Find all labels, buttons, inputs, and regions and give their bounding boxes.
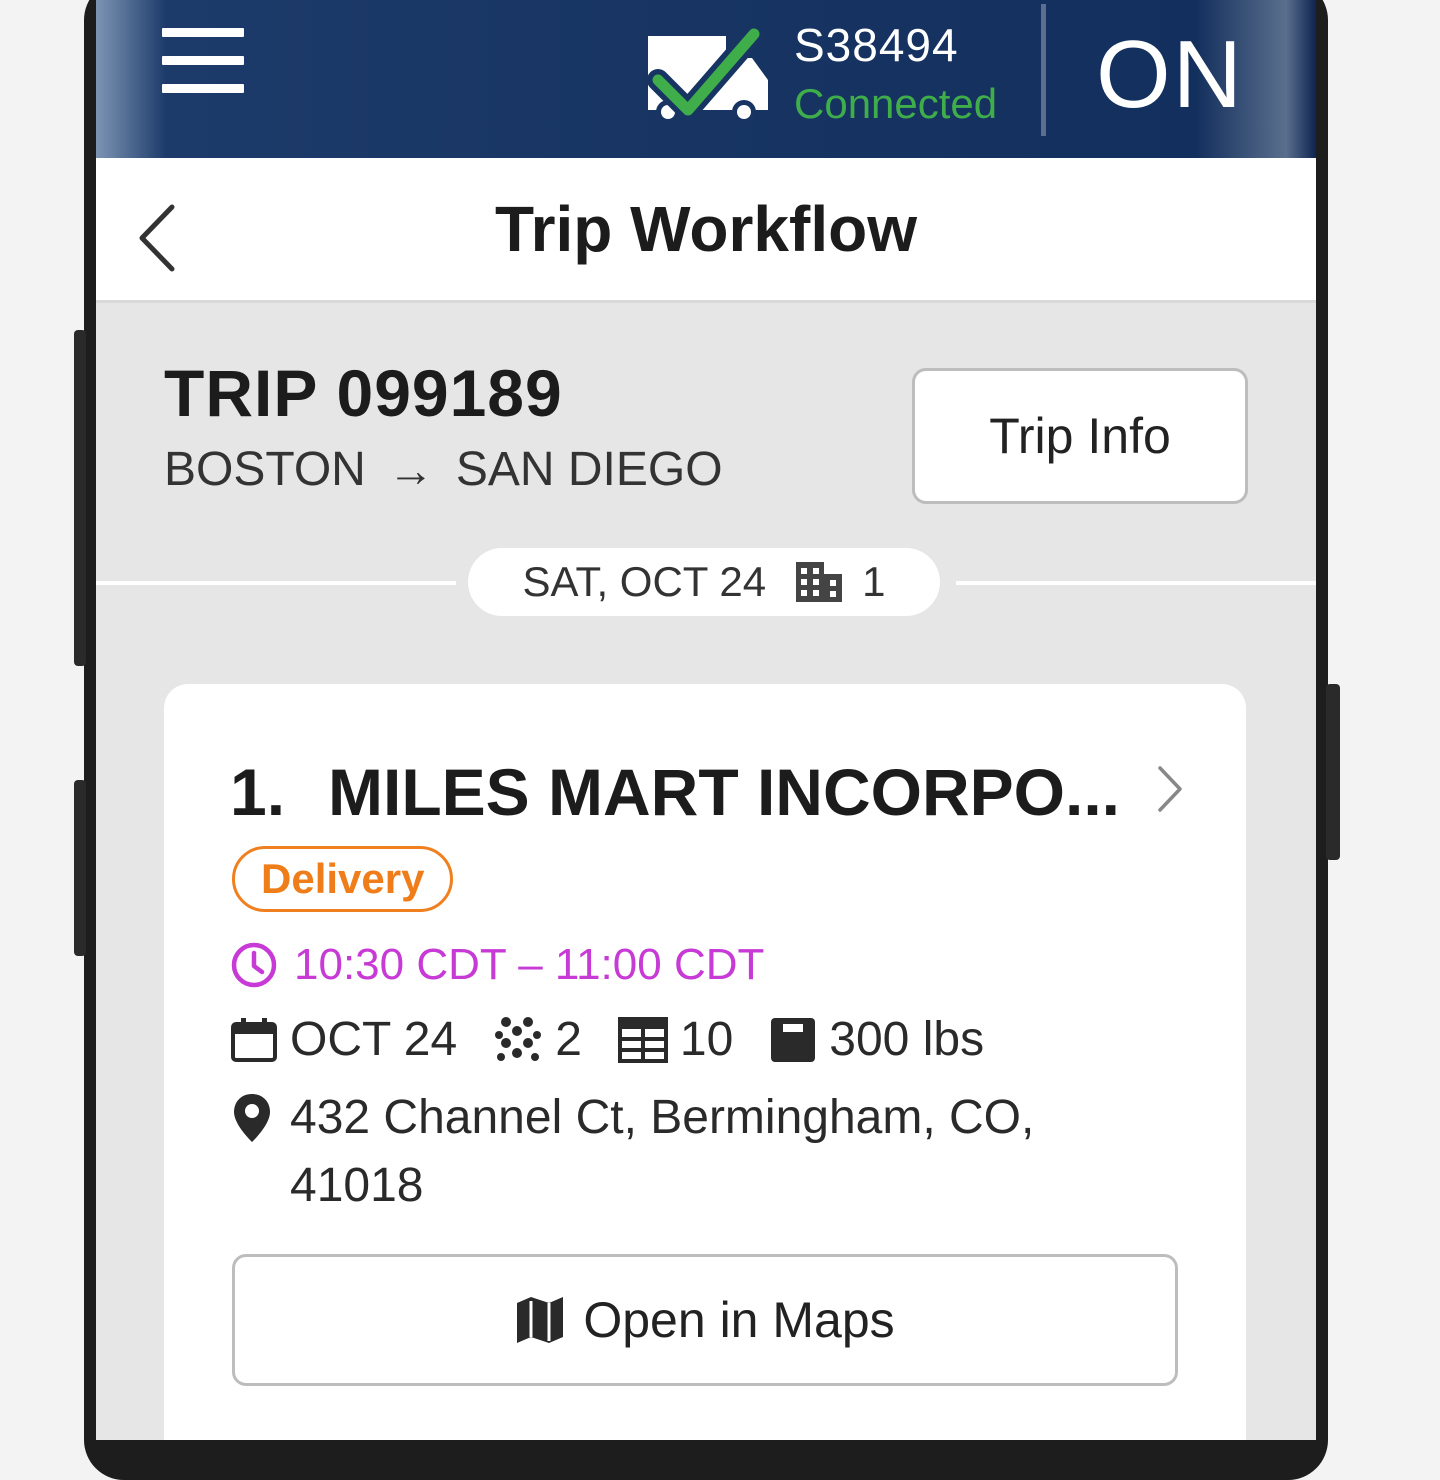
page-title: Trip Workflow: [495, 193, 917, 265]
nav-bar: Trip Workflow: [96, 158, 1316, 303]
clock-icon: [231, 942, 277, 988]
stop-type-badge: Delivery: [232, 846, 454, 912]
duty-status-toggle[interactable]: ON: [1096, 20, 1244, 130]
stop-title: 1. MILES MART INCORPO...: [230, 754, 1120, 830]
stop-weight: 300 lbs: [769, 1012, 984, 1067]
stop-card[interactable]: 1. MILES MART INCORPO... Delivery 10:30 C…: [164, 684, 1246, 1440]
location-pin-icon: [234, 1094, 270, 1142]
calendar-icon: [231, 1017, 277, 1062]
weight-icon: [771, 1017, 816, 1062]
day-divider-right: [956, 581, 1316, 585]
stop-date: OCT 24: [230, 1012, 457, 1067]
table-grid-icon: [617, 1016, 668, 1063]
trip-info-button[interactable]: Trip Info: [912, 368, 1248, 504]
time-window-text: 10:30 CDT – 11:00 CDT: [294, 940, 765, 989]
truck-connected-icon: [647, 28, 768, 124]
unit-id: S38494: [794, 19, 959, 71]
time-window: 10:30 CDT – 11:00 CDT: [230, 940, 764, 990]
stop-number: 1.: [230, 755, 286, 829]
stop-pieces: 2: [493, 1012, 582, 1067]
trip-title: TRIP 099189: [164, 356, 563, 430]
building-icon: [796, 562, 843, 602]
day-date: SAT, OCT 24: [522, 558, 767, 605]
map-icon: [517, 1297, 564, 1343]
hamburger-menu-icon[interactable]: [162, 28, 244, 94]
phone-side-button: [74, 330, 86, 666]
day-header: SAT, OCT 24 1: [468, 548, 940, 616]
stop-weight-text: 300 lbs: [829, 1013, 985, 1066]
open-in-maps-label: Open in Maps: [583, 1292, 895, 1348]
route-destination: SAN DIEGO: [455, 443, 723, 496]
stop-pallets-count: 10: [679, 1013, 734, 1066]
arrow-right-icon: →: [387, 443, 434, 496]
stop-meta: OCT 24 2 10 300 lbs: [230, 1012, 1020, 1067]
app-screen: S38494 Connected ON Trip Workflow TRIP 0…: [96, 0, 1316, 1440]
stop-address-text: 432 Channel Ct, Bermingham, CO, 41018: [290, 1091, 1035, 1212]
chevron-right-icon[interactable]: [1154, 764, 1184, 814]
trip-route: BOSTON → SAN DIEGO: [164, 442, 723, 497]
day-divider-left: [96, 581, 456, 585]
pieces-icon: [495, 1016, 542, 1061]
stop-pieces-count: 2: [555, 1013, 582, 1066]
connection-status: Connected: [794, 80, 998, 127]
stop-name: MILES MART INCORPO...: [328, 755, 1120, 829]
phone-side-button: [74, 780, 86, 956]
day-stop-count: 1: [862, 558, 886, 605]
header-divider: [1041, 4, 1046, 136]
stop-date-text: OCT 24: [290, 1013, 458, 1066]
route-origin: BOSTON: [164, 443, 366, 496]
phone-side-button: [1326, 684, 1340, 860]
open-in-maps-button[interactable]: Open in Maps: [232, 1254, 1178, 1386]
status-header: S38494 Connected ON: [96, 0, 1316, 158]
stop-pallets: 10: [617, 1012, 734, 1067]
stop-address: 432 Channel Ct, Bermingham, CO, 41018: [230, 1088, 1110, 1220]
